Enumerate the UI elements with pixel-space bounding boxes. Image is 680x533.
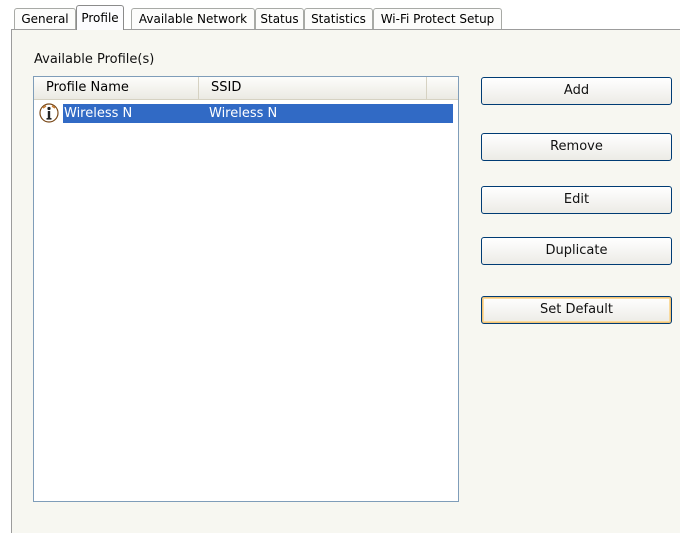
row-ssid: Wireless N — [209, 106, 278, 121]
add-button[interactable]: Add — [481, 77, 672, 105]
profile-list[interactable]: Profile Name SSID Wireless N Wireless N — [33, 76, 459, 502]
list-header: Profile Name SSID — [34, 77, 458, 100]
tab-status[interactable]: Status — [255, 8, 304, 29]
column-header-profile-name[interactable]: Profile Name — [34, 77, 199, 99]
available-profiles-label: Available Profile(s) — [34, 52, 155, 67]
table-row[interactable]: Wireless N Wireless N — [39, 103, 453, 123]
duplicate-button[interactable]: Duplicate — [481, 237, 672, 265]
tab-wifi-protect-setup[interactable]: Wi-Fi Protect Setup — [373, 8, 502, 29]
tab-profile[interactable]: Profile — [76, 5, 124, 30]
tab-statistics[interactable]: Statistics — [304, 8, 373, 29]
column-header-ssid[interactable]: SSID — [199, 77, 427, 99]
set-default-button[interactable]: Set Default — [481, 296, 672, 324]
edit-button[interactable]: Edit — [481, 186, 672, 214]
row-profile-name: Wireless N — [64, 106, 133, 121]
tab-available-network[interactable]: Available Network — [131, 8, 255, 29]
remove-button[interactable]: Remove — [481, 133, 672, 161]
tab-general[interactable]: General — [14, 8, 76, 29]
infrastructure-profile-icon — [39, 103, 59, 123]
